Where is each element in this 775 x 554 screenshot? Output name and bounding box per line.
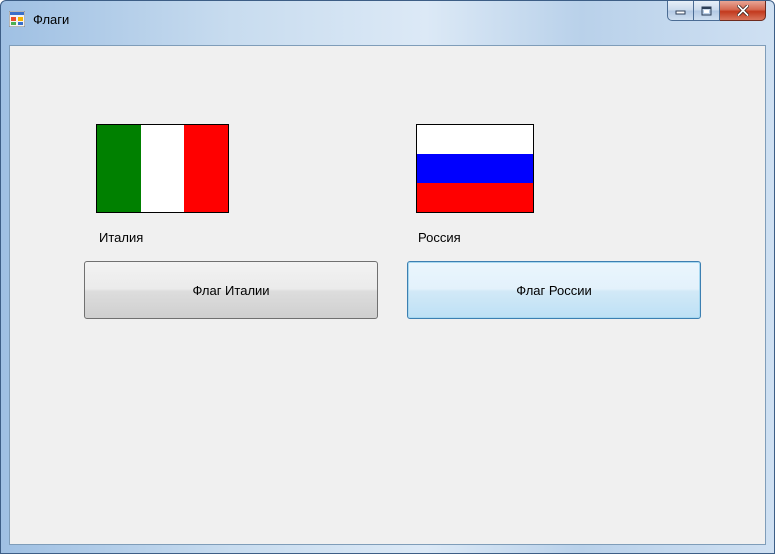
title-bar[interactable]: Флаги bbox=[1, 1, 774, 45]
close-button[interactable] bbox=[720, 1, 766, 21]
russia-label: Россия bbox=[418, 230, 461, 245]
app-window: Флаги Италия Россия Флаг Италии Флаг Рос… bbox=[0, 0, 775, 554]
russia-blue-stripe bbox=[417, 154, 533, 183]
maximize-button[interactable] bbox=[694, 1, 720, 21]
italy-red-stripe bbox=[184, 125, 229, 212]
close-icon bbox=[736, 5, 749, 16]
italy-label: Италия bbox=[99, 230, 144, 245]
window-title: Флаги bbox=[33, 12, 70, 27]
app-form-icon[interactable] bbox=[8, 10, 26, 28]
italy-white-stripe bbox=[140, 125, 185, 212]
italy-green-stripe bbox=[97, 125, 141, 212]
minimize-icon bbox=[675, 10, 686, 14]
russia-white-stripe bbox=[417, 125, 533, 154]
form-client-area: Италия Россия Флаг Италии Флаг России bbox=[9, 45, 766, 545]
italy-flag-button[interactable]: Флаг Италии bbox=[84, 261, 378, 319]
russia-red-stripe bbox=[417, 183, 533, 212]
minimize-button[interactable] bbox=[667, 1, 694, 21]
caption-buttons bbox=[667, 1, 766, 23]
maximize-icon bbox=[701, 6, 712, 15]
russia-flag-button[interactable]: Флаг России bbox=[407, 261, 701, 319]
italy-flag-image bbox=[96, 124, 229, 213]
russia-flag-image bbox=[416, 124, 534, 213]
